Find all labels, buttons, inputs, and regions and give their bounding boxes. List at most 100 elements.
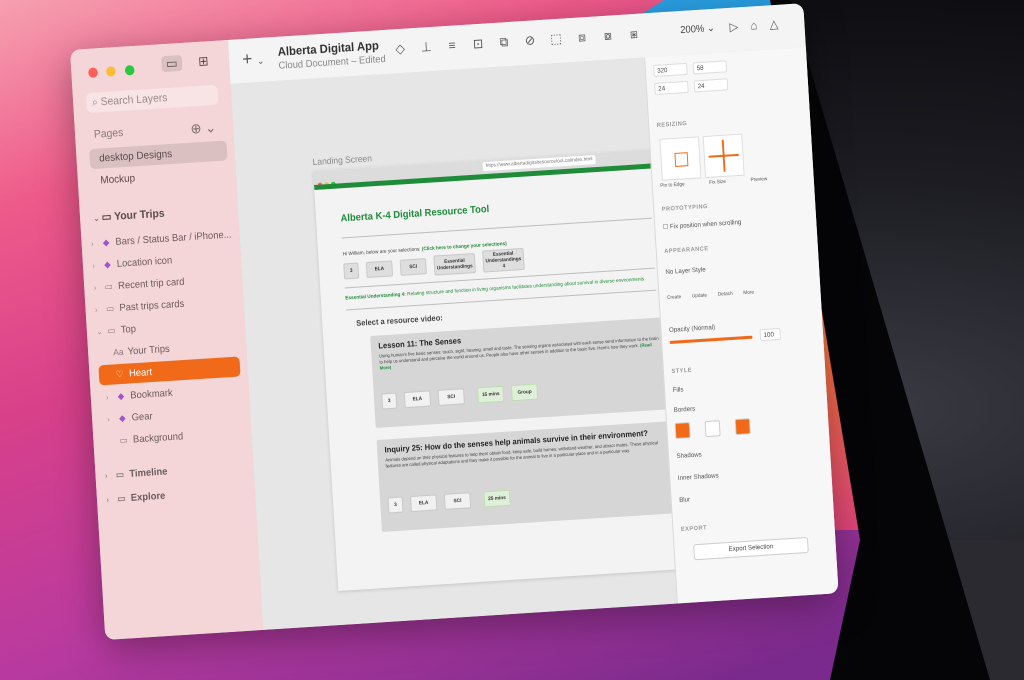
preview-label: Preview [750,176,768,184]
symbol-icon: ◆ [117,390,125,402]
pin-to-edge-control[interactable] [659,136,702,181]
artboard-icon: ▭ [101,210,115,224]
resource-card-inquiry-25[interactable]: Inquiry 25: How do the senses help anima… [376,420,683,532]
symbol-icon: ◆ [103,259,111,270]
zoom-value: 200% [679,23,705,37]
card-chip-sci: SCI [443,492,472,510]
artboard-your-trips[interactable]: ⌄ ▭ Your Trips [93,207,165,225]
detach-style-button[interactable]: Detach [718,291,733,298]
selection-chip-ela: ELA [365,260,394,278]
site-title: Alberta K-4 Digital Resource Tool [340,203,490,225]
layer-label: Past trips cards [119,298,185,314]
chevron-down-icon: ⌄ [706,22,716,35]
pin-to-edge-label: Pin to Edge [660,181,685,189]
fills-label: Fills [672,386,684,394]
eu-label: Essential Understanding 4: [345,291,407,302]
search-placeholder: Search Layers [100,91,168,109]
fix-size-control[interactable] [702,133,745,179]
card-chip-duration: 25 mins [483,489,511,508]
opacity-field[interactable]: 100 [759,327,781,342]
opacity-slider-fill [669,335,753,344]
layer-label: Location icon [116,255,173,270]
y-position-field[interactable]: 58 [692,60,728,75]
cloud-share-icon[interactable]: ⌂ [745,18,763,33]
layer-label: Your Trips [127,343,171,358]
update-style-button[interactable]: Update [692,292,708,299]
minimize-button[interactable] [106,66,117,77]
layer-label: Heart [128,367,153,380]
preview-play-icon[interactable]: ▷ [725,19,743,34]
eu-description: Relating structure and function in livin… [405,276,645,298]
artboard-title: Your Trips [113,207,165,223]
border-width-field[interactable] [734,418,751,436]
group-icon: ▭ [107,325,116,336]
width-field[interactable]: 24 [654,80,689,95]
text-icon: Aa [112,346,124,358]
add-page-icon[interactable]: ⊕ ⌄ [190,119,217,138]
artboard-title: Explore [130,490,166,504]
blur-label: Blur [679,496,691,504]
fix-position-label: Fix position when scrolling [669,218,742,231]
borders-label: Borders [673,405,696,414]
more-style-button[interactable]: More [743,289,754,296]
union-icon[interactable]: ⧈ [570,29,594,46]
pages-label: Pages [93,126,124,141]
scale-icon[interactable]: ⧉ [492,34,516,51]
create-style-button[interactable]: Create [667,294,681,301]
export-header: EXPORT [680,525,708,533]
rectangle-icon: ▭ [119,434,128,446]
fix-size-label: Fix Size [709,178,727,186]
selection-chip-eu4: Essential Understandings 4 [482,247,525,273]
select-video-prompt: Select a resource video: [356,313,444,328]
card-chip-group: Group [510,383,539,402]
zoom-button[interactable] [124,64,135,76]
layers-view-icon[interactable]: ▭ [160,54,183,73]
components-view-icon[interactable]: ⊞ [193,53,215,70]
resizing-header: RESIZING [656,121,688,129]
transform-icon[interactable]: ⬚ [544,30,568,47]
card-chip-ela: ELA [410,494,438,513]
artboard-label[interactable]: Landing Screen [312,153,372,167]
zoom-level[interactable]: 200% ⌄ [680,23,715,36]
disable-icon[interactable]: ⊘ [518,32,542,49]
landing-screen-artboard[interactable]: ‹ › ▭ https://www.albertadigitalresource… [313,148,696,591]
create-symbol-icon[interactable]: ◇ [388,40,412,57]
layer-style-select[interactable]: No Layer Style [665,266,706,276]
border-position-select[interactable] [704,420,721,438]
selection-chip-grade: 3 [343,262,360,280]
close-button[interactable] [88,67,99,78]
layer-label: Bars / Status Bar / iPhone... [115,229,232,248]
prototyping-header: PROTOTYPING [661,204,709,213]
artboard-explore[interactable]: › ▭ Explore [106,480,248,509]
toolbar-actions: ◇ ⊥ ≡ ⊡ ⧉ ⊘ ⬚ ⧈ ⧇ ⧆ [388,25,645,57]
card-chip-duration: 15 mins [477,385,505,404]
search-layers-input[interactable]: ⌕ Search Layers [85,84,219,114]
border-color-swatch[interactable] [674,422,691,439]
style-header: STYLE [671,367,693,375]
symbol-icon: ◆ [102,237,110,248]
resource-card-lesson-11[interactable]: Lesson 11: The Senses Using human's five… [370,316,677,428]
layer-label: Bookmark [130,387,174,402]
pages-header: Pages ⊕ ⌄ [93,119,226,141]
heart-icon: ♡ [115,368,124,380]
design-canvas[interactable]: Landing Screen ‹ › ▭ https://www.alberta… [230,57,696,630]
intersect-icon[interactable]: ⧆ [622,25,646,42]
app-window: ▭ ⊞ ⌕ Search Layers Pages ⊕ ⌄ desktop De… [70,3,839,640]
notification-icon[interactable]: △ [765,17,783,32]
layer-label: Top [120,323,137,336]
height-field[interactable]: 24 [693,78,729,93]
sidebar-view-toggle: ▭ ⊞ [160,52,222,73]
subtract-icon[interactable]: ⧇ [596,27,620,44]
mask-icon[interactable]: ⊡ [466,35,490,52]
x-position-field[interactable]: 320 [653,62,688,77]
inspector-panel: 320 58 24 24 RESIZING Pin to Edge Fix Si… [644,47,839,604]
insert-plus-icon[interactable]: + ⌄ [242,48,265,70]
essential-understanding-text: Essential Understanding 4: Relating stru… [345,276,644,301]
distribute-icon[interactable]: ≡ [440,37,463,53]
layer-label: Background [132,431,184,446]
opacity-slider[interactable] [669,335,753,344]
window-controls [88,62,140,83]
align-icon[interactable]: ⊥ [414,39,438,56]
export-selection-button[interactable]: Export Selection [693,536,809,561]
fix-position-checkbox[interactable]: ☐ Fix position when scrolling [663,218,742,231]
